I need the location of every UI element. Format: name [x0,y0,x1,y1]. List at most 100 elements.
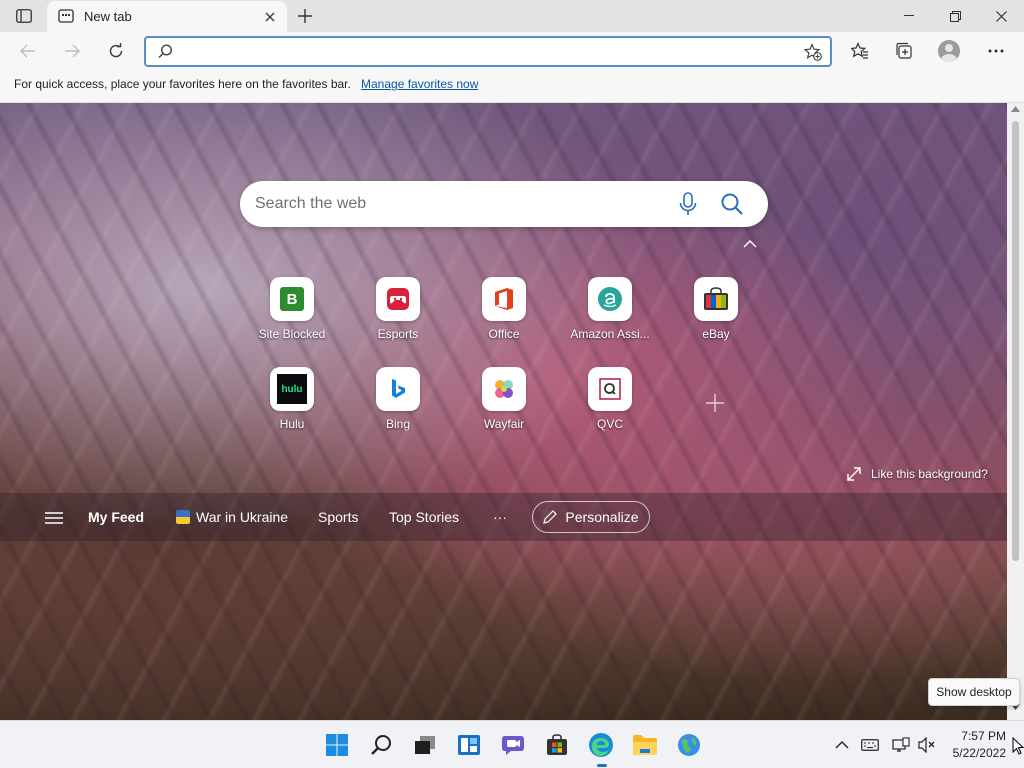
network-app-button[interactable] [675,731,703,759]
show-hidden-icons-button[interactable] [832,735,852,755]
back-arrow-icon [20,44,35,58]
refresh-button[interactable] [102,37,130,65]
close-icon [995,10,1007,22]
volume-button[interactable] [917,735,937,755]
settings-menu-button[interactable] [982,37,1010,65]
tab-actions-button[interactable] [12,6,36,26]
search-icon [158,44,173,59]
tile-label: Esports [377,327,419,341]
title-bar: New tab [0,0,1024,32]
personalize-label: Personalize [565,509,639,525]
feed-tab-my-feed[interactable]: My Feed [88,509,144,525]
minimize-button[interactable] [886,0,932,32]
scroll-up-icon[interactable] [1011,106,1020,112]
web-search-box[interactable] [240,181,768,227]
clock-date: 5/22/2022 [952,746,1006,760]
taskbar-clock[interactable]: 7:57 PM 5/22/2022 [940,728,1006,762]
edge-browser-button[interactable] [587,731,615,767]
restore-button[interactable] [932,0,978,32]
favorites-icon [851,42,868,59]
task-view-icon [415,736,435,754]
close-window-button[interactable] [978,0,1024,32]
chevron-up-icon[interactable] [743,239,757,249]
tile-label: Bing [385,417,411,431]
plus-icon [298,9,312,23]
quick-link-tile[interactable]: Office [464,277,544,347]
address-bar[interactable] [144,36,832,67]
tab-new-tab[interactable]: New tab [47,1,287,32]
keyboard-language-button[interactable] [860,735,880,755]
new-tab-button[interactable] [292,4,318,28]
back-button[interactable] [14,37,42,65]
quick-link-tile[interactable]: eBay [676,277,756,347]
feed-tab-sports[interactable]: Sports [318,509,358,525]
close-icon [265,12,275,22]
file-explorer-button[interactable] [631,731,659,759]
quick-link-tile[interactable]: Esports [358,277,438,347]
taskbar: 7:57 PM 5/22/2022 [0,720,1024,768]
manage-favorites-link[interactable]: Manage favorites now [361,77,478,91]
taskbar-search-button[interactable] [367,731,395,759]
add-site-icon[interactable] [705,393,725,413]
quick-link-tile[interactable]: Wayfair [464,367,544,437]
tile-label: Amazon Assi... [570,327,650,341]
page-scrollbar[interactable] [1007,103,1024,720]
search-icon [371,735,391,755]
browser-toolbar [0,32,1024,70]
microsoft-store-button[interactable] [543,731,571,759]
hulu-logo-text: hulu [277,374,307,404]
quick-link-tile[interactable]: Amazon Assi... [570,277,650,347]
search-icon[interactable] [720,192,744,216]
feed-tab-top-stories[interactable]: Top Stories [389,509,459,525]
scroll-thumb[interactable] [1012,121,1019,561]
tile-label: QVC [596,417,623,431]
quick-link-tile[interactable]: QVC [570,367,650,437]
tile-label: Wayfair [483,417,525,431]
minimize-icon [904,15,914,16]
hamburger-menu-icon[interactable] [45,512,63,524]
new-tab-favicon-icon [58,9,74,23]
tile-label: eBay [702,327,730,341]
store-icon [547,734,567,755]
like-background-label: Like this background? [871,467,988,481]
profile-avatar[interactable] [938,40,960,62]
tab-close-button[interactable] [261,8,279,26]
address-input[interactable] [184,42,784,62]
quick-link-tile[interactable]: Bing [358,367,438,437]
folder-icon [633,735,657,755]
chevron-up-icon [835,741,849,749]
ukraine-flag-icon [176,510,190,524]
tile-label: Site Blocked [258,327,326,341]
qvc-icon [588,367,632,411]
hulu-icon: hulu [270,367,314,411]
add-favorite-icon[interactable] [804,43,822,61]
task-view-button[interactable] [411,731,439,759]
refresh-icon [109,43,123,58]
new-tab-page: B Site Blocked Esports Office Amazon Ass… [0,103,1007,720]
feed-more-button[interactable]: ··· [493,509,507,525]
web-search-input[interactable] [255,193,655,215]
cursor-pointer-icon [1012,737,1024,755]
start-button[interactable] [323,731,351,759]
like-background-link[interactable]: Like this background? [847,467,988,481]
widgets-button[interactable] [455,731,483,759]
globe-network-icon [678,734,700,756]
volume-muted-icon [918,737,935,753]
quick-link-tile[interactable]: B Site Blocked [252,277,332,347]
teams-chat-button[interactable] [499,731,527,759]
site-blocked-icon: B [270,277,314,321]
show-desktop-tooltip: Show desktop [928,678,1020,706]
favorites-button[interactable] [846,37,874,65]
network-status-button[interactable] [891,735,911,755]
pencil-icon [543,510,558,524]
collections-button[interactable] [890,37,918,65]
quick-link-tile[interactable]: hulu Hulu [252,367,332,437]
bing-icon [376,367,420,411]
microphone-icon[interactable] [677,192,699,216]
forward-button[interactable] [58,37,86,65]
feed-tab-label: War in Ukraine [196,509,289,525]
tile-label: Office [488,327,520,341]
personalize-button[interactable]: Personalize [532,501,650,533]
wayfair-icon [482,367,526,411]
feed-tab-war-in-ukraine[interactable]: War in Ukraine [176,509,288,525]
